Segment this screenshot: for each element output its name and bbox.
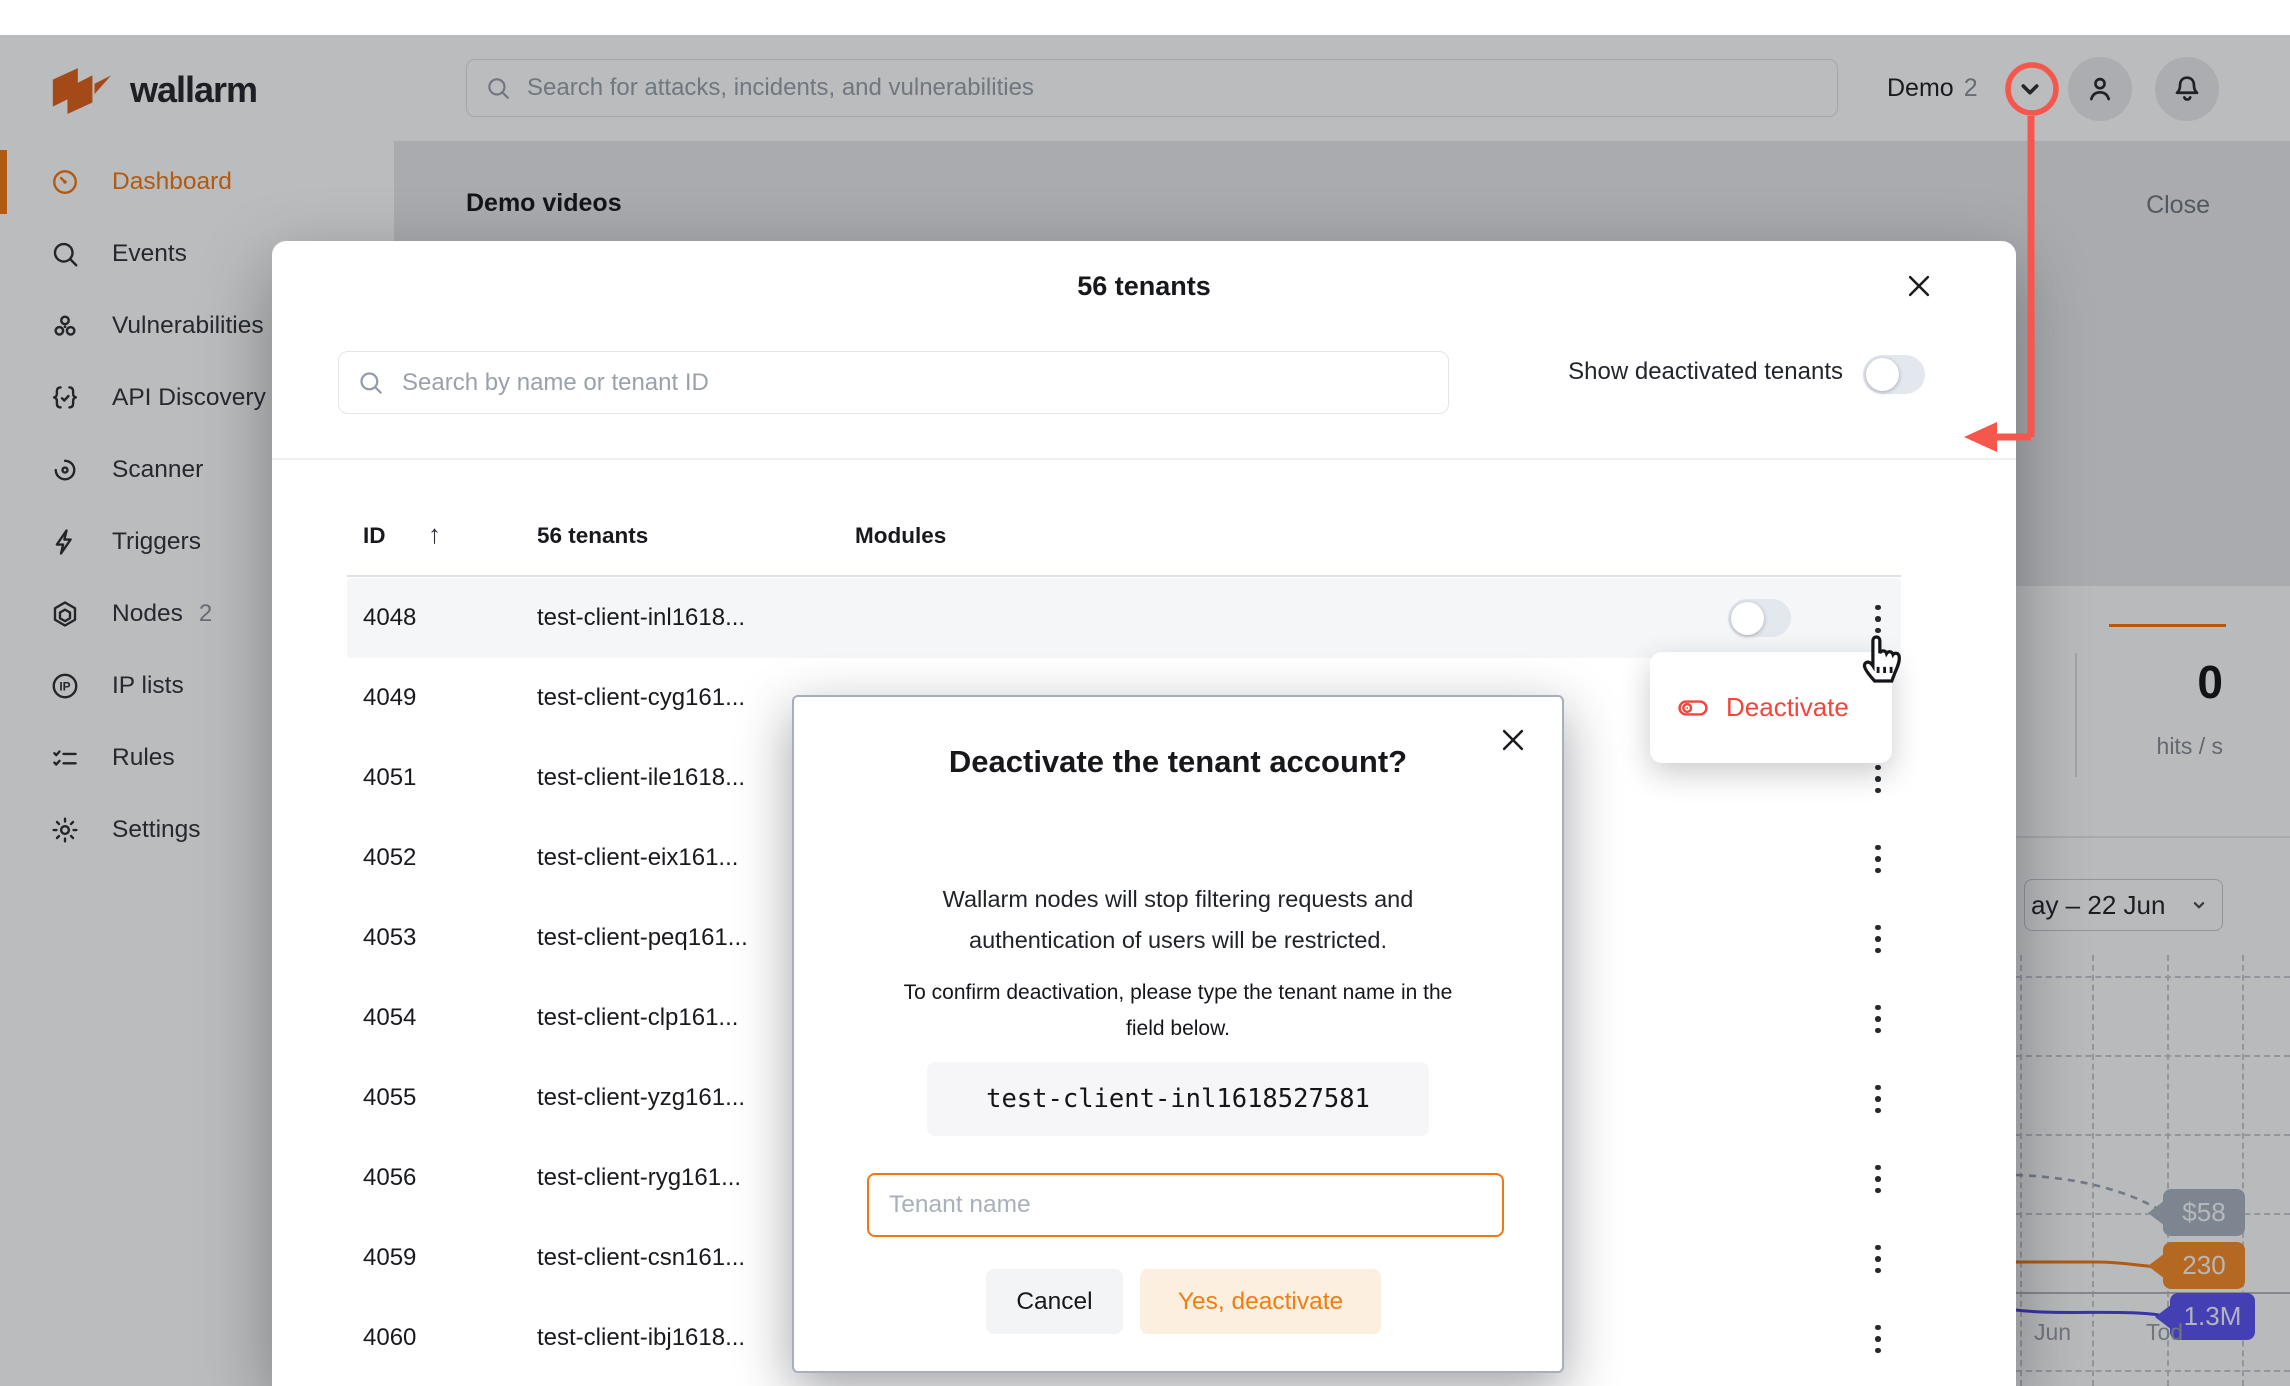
divider [272,458,2016,460]
confirm-modal-instruction: To confirm deactivation, please type the… [888,975,1468,1047]
tenant-name: test-client-ryg161... [537,1138,741,1218]
tenant-name: test-client-csn161... [537,1218,745,1298]
tenant-name: test-client-ibj1618... [537,1298,745,1378]
tenant-id: 4055 [363,1058,416,1138]
tenant-name: test-client-ile1618... [537,738,745,818]
row-menu-kebab-icon[interactable] [1863,1317,1893,1361]
tenant-search[interactable] [338,351,1449,414]
tenant-search-input[interactable] [400,368,1448,398]
tenant-name: test-client-peq161... [537,898,748,978]
column-header-id[interactable]: ID [363,523,386,549]
tenant-id: 4052 [363,818,416,898]
tenant-id: 4060 [363,1298,416,1378]
row-action-menu[interactable]: Deactivate [1650,652,1892,763]
row-menu-kebab-icon[interactable] [1863,997,1893,1041]
search-icon [357,369,384,396]
confirm-modal-title: Deactivate the tenant account? [794,733,1562,790]
row-menu-kebab-icon[interactable] [1863,1237,1893,1281]
tenant-id: 4051 [363,738,416,818]
deactivate-confirm-modal: Deactivate the tenant account? Wallarm n… [792,695,1564,1373]
tenant-id: 4059 [363,1218,416,1298]
tenant-name: test-client-eix161... [537,818,738,898]
row-menu-kebab-icon[interactable] [1863,917,1893,961]
deactivate-toggle-icon [1676,694,1710,722]
toggle-knob [1866,358,1899,391]
tenant-name: test-client-yzg161... [537,1058,745,1138]
row-menu-kebab-icon[interactable] [1863,757,1893,801]
row-menu-kebab-icon[interactable] [1863,597,1893,641]
tenant-id: 4049 [363,658,416,738]
toggle-knob [1731,602,1764,635]
top-strip [0,0,2290,35]
show-deactivated-label: Show deactivated tenants [1568,358,1843,386]
deactivate-menu-item[interactable]: Deactivate [1726,692,1849,723]
sort-ascending-icon[interactable]: ↑ [428,519,441,550]
tenant-active-toggle[interactable] [1728,599,1791,637]
tenants-modal-title: 56 tenants [272,271,2016,302]
tenant-id: 4048 [363,578,416,658]
row-menu-kebab-icon[interactable] [1863,1157,1893,1201]
confirm-deactivate-button[interactable]: Yes, deactivate [1140,1269,1381,1334]
tenant-name: test-client-clp161... [537,978,738,1058]
row-menu-kebab-icon[interactable] [1863,837,1893,881]
tenant-name-input[interactable] [867,1173,1504,1237]
table-row-4048[interactable]: 4048 test-client-inl1618... [347,578,1901,658]
tenant-id: 4054 [363,978,416,1058]
tenant-id: 4056 [363,1138,416,1218]
show-deactivated-toggle[interactable] [1863,355,1925,394]
column-header-modules: Modules [855,523,946,549]
row-menu-kebab-icon[interactable] [1863,1077,1893,1121]
confirm-modal-body: Wallarm nodes will stop filtering reques… [898,879,1458,961]
column-header-name: 56 tenants [537,523,648,549]
tenant-name-code: test-client-inl1618527581 [927,1062,1429,1136]
wallarm-app: wallarm DashboardEventsVulnerabilitiesAP… [0,0,2290,1386]
cancel-button[interactable]: Cancel [986,1269,1123,1334]
tenant-id: 4053 [363,898,416,978]
divider [347,575,1901,577]
tenant-name: test-client-cyg161... [537,658,745,738]
tenant-name: test-client-inl1618... [537,578,745,658]
close-icon[interactable] [1900,267,1938,305]
